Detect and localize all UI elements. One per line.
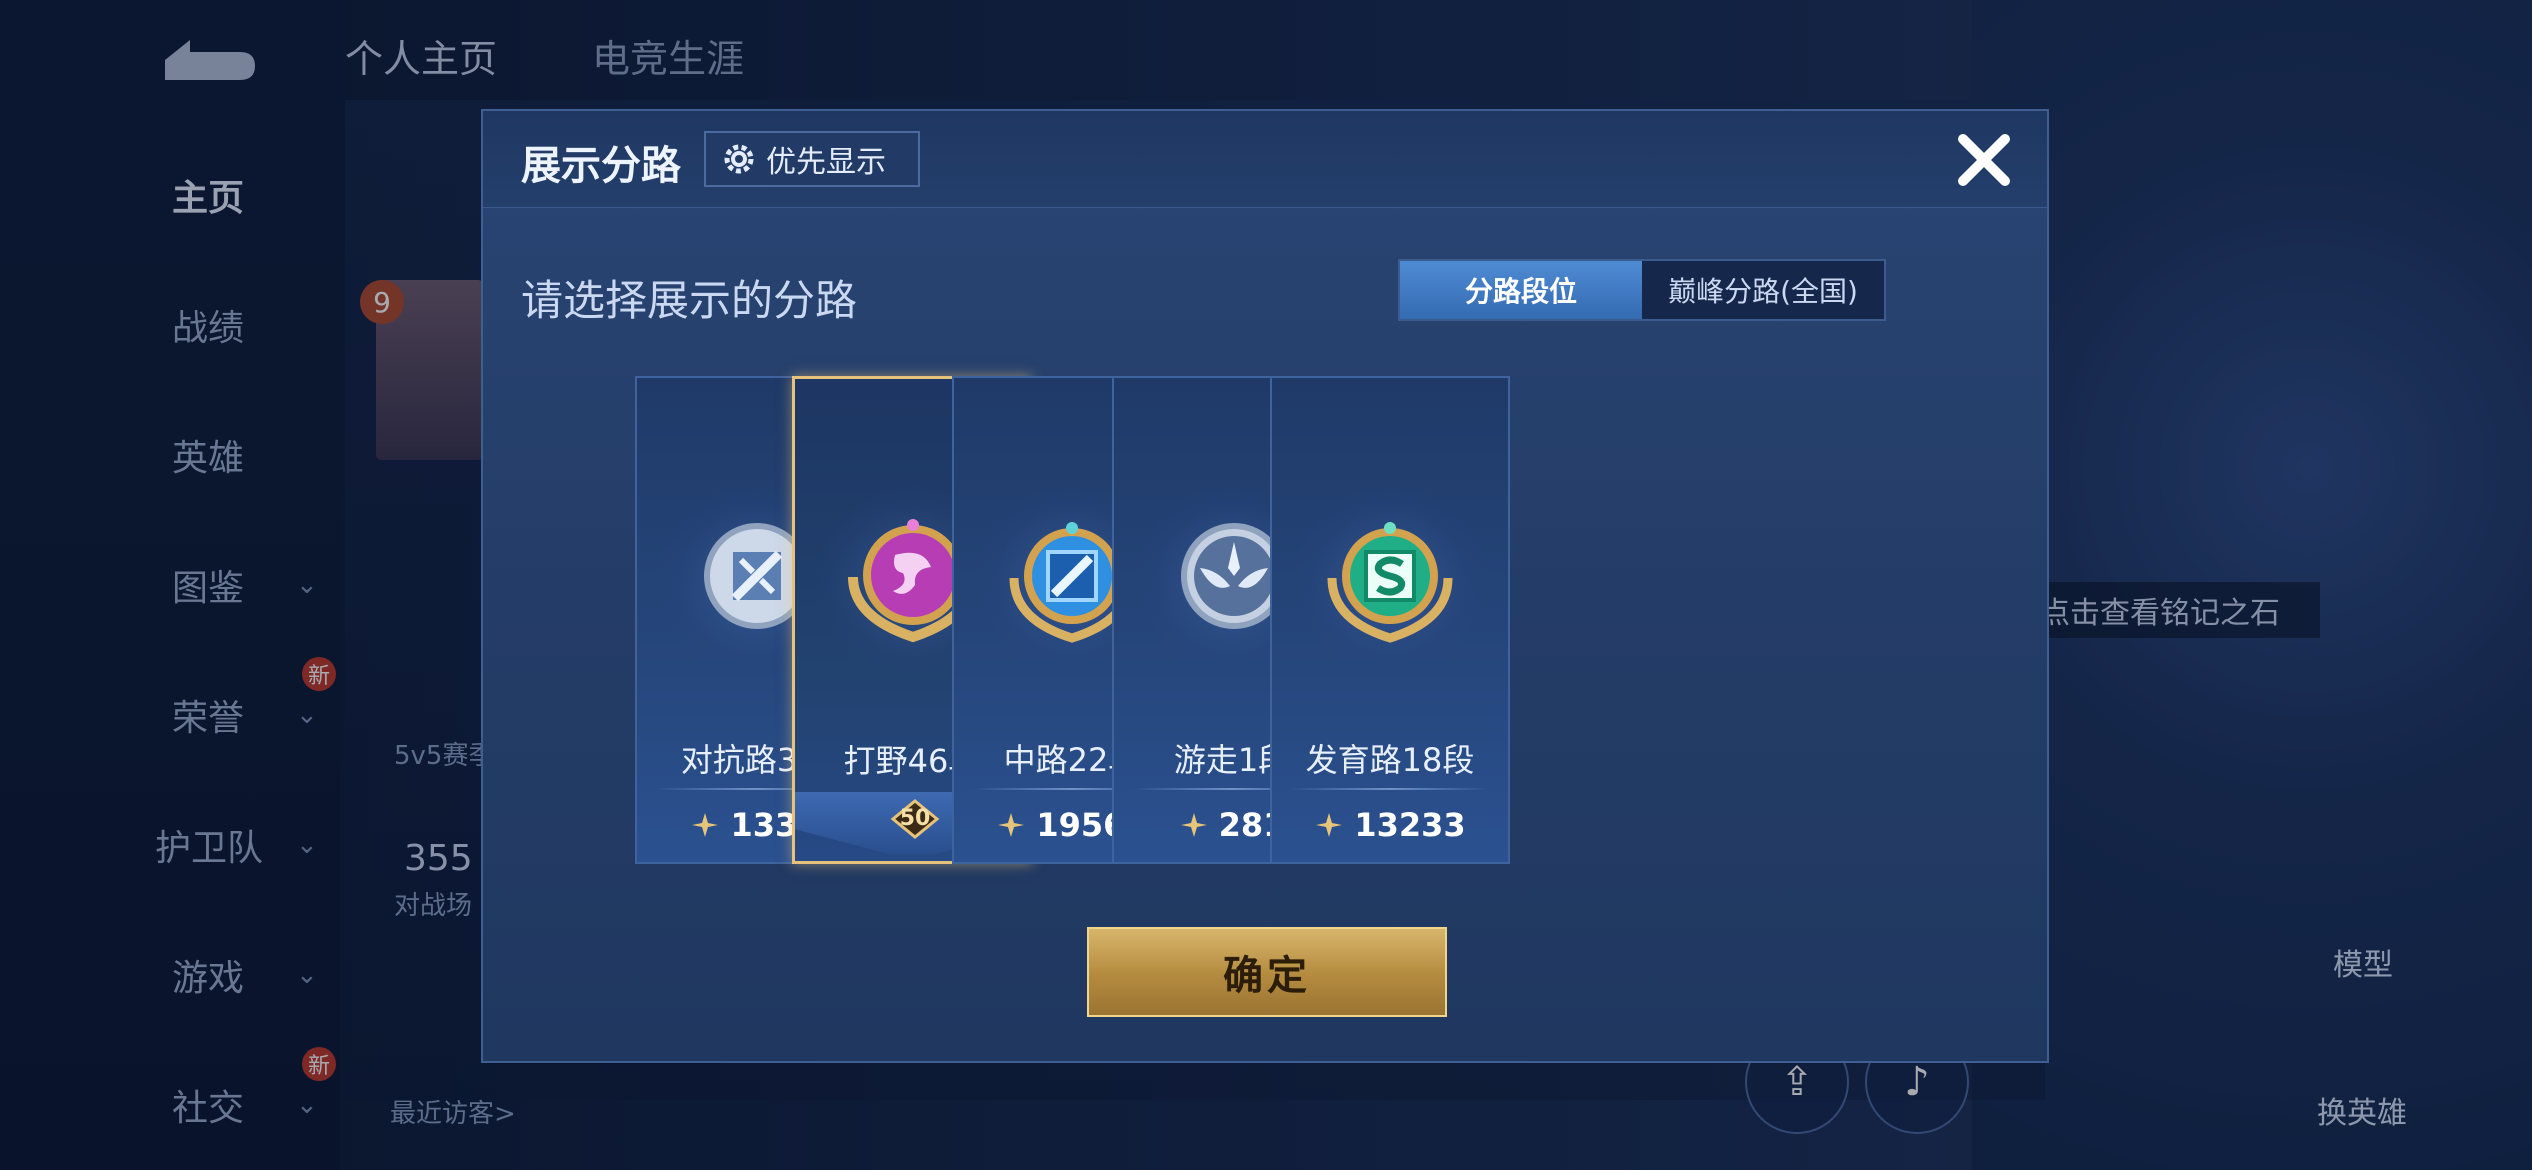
lane-type-segmented-control: 分路段位 巅峰分路(全国)	[1398, 259, 1886, 321]
priority-display-button[interactable]: 优先显示	[704, 131, 920, 187]
close-icon	[1958, 134, 2010, 186]
rank-badge-number: 50	[899, 806, 931, 831]
tab-peak-lane[interactable]: 巅峰分路(全国)	[1642, 261, 1884, 319]
card-divider	[1290, 788, 1490, 790]
select-lane-prompt: 请选择展示的分路	[521, 276, 858, 325]
farm-lane-icon	[1327, 522, 1453, 643]
lane-name: 发育路18段	[1305, 741, 1475, 779]
priority-display-label: 优先显示	[766, 145, 886, 180]
score-icon	[998, 813, 1025, 837]
modal-title: 展示分路	[521, 143, 681, 189]
confirm-button[interactable]: 确定	[1087, 927, 1447, 1017]
lane-score: 13233	[1354, 806, 1466, 844]
tab-lane-rank[interactable]: 分路段位	[1400, 261, 1642, 319]
gear-icon	[724, 144, 754, 174]
close-button[interactable]	[1949, 125, 2019, 195]
score-row: 13233	[1272, 806, 1508, 844]
modal-header: 展示分路 优先显示	[483, 111, 2047, 208]
score-icon	[1180, 813, 1207, 837]
score-icon	[1316, 813, 1343, 837]
confirm-button-label: 确定	[1223, 953, 1311, 999]
lane-display-modal: 展示分路 优先显示 请选择展示的分路 分路段位 巅峰分路(全国) 对抗路3段 1…	[481, 109, 2049, 1063]
score-icon	[692, 813, 719, 837]
lane-card-farm[interactable]: 发育路18段 13233	[1270, 376, 1510, 864]
